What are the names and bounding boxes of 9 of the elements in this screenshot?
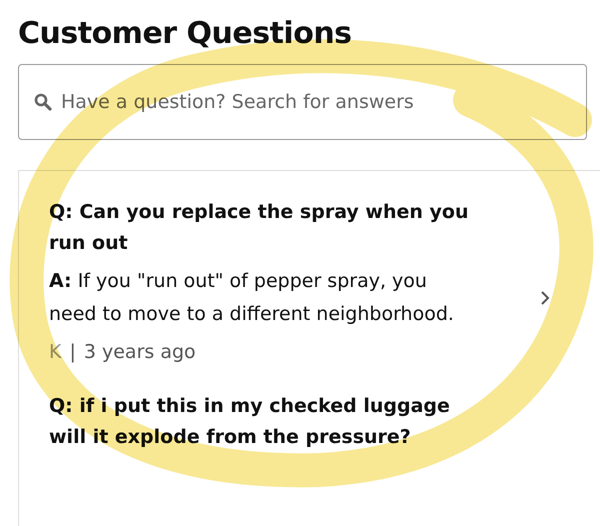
author-name: K [49, 341, 62, 363]
chevron-right-icon[interactable] [539, 289, 551, 307]
question-text[interactable]: Q: Can you replace the spray when you run out [49, 197, 489, 259]
page-title: Customer Questions [17, 15, 353, 48]
separator: | [69, 341, 76, 363]
answer-date: 3 years ago [84, 341, 196, 363]
search-icon [34, 93, 52, 111]
question-text[interactable]: Q: if i put this in my checked luggage will it explode from the pressure? [49, 391, 489, 453]
answer-text: A: If you "run out" of pepper spray, you need to move to a different neighborhood. [49, 269, 455, 327]
